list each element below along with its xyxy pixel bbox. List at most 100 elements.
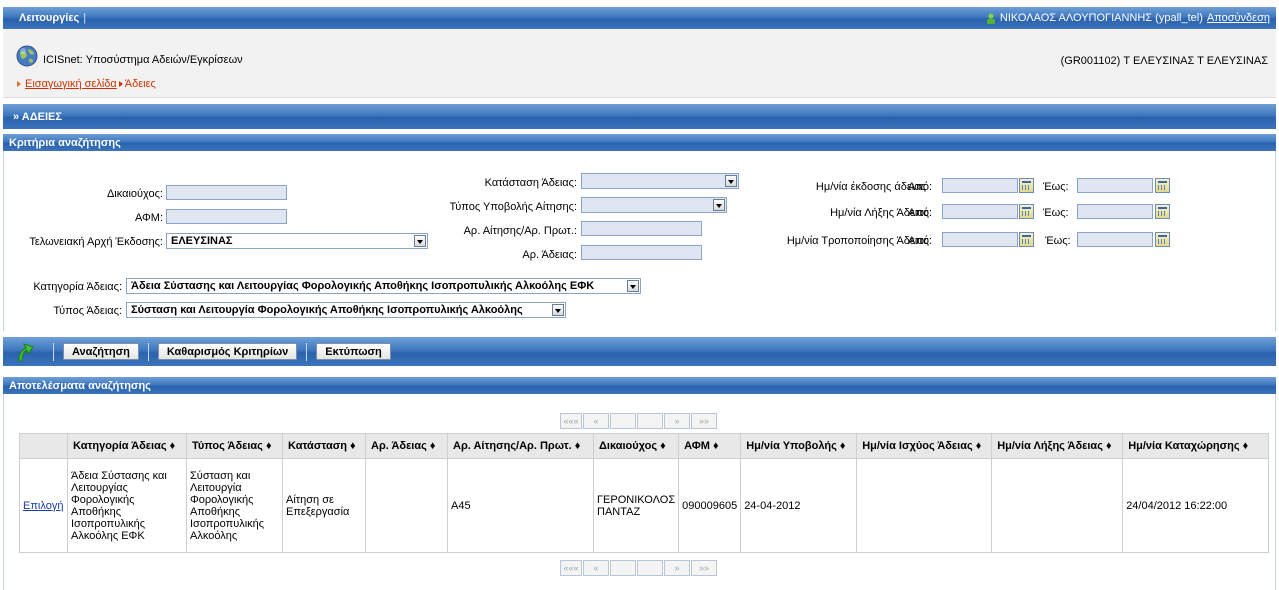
cell-submission-date: 24-04-2012 bbox=[740, 458, 858, 553]
search-button[interactable]: Αναζήτηση bbox=[63, 343, 139, 360]
column-header-permit-number[interactable]: Αρ. Άδειας ♦ bbox=[365, 433, 448, 459]
up-arrow-icon[interactable] bbox=[15, 341, 35, 363]
column-header-type[interactable]: Τύπος Άδειας ♦ bbox=[186, 433, 283, 459]
submission-type-select[interactable] bbox=[581, 197, 727, 213]
column-header-beneficiary[interactable]: Δικαιούχος ♦ bbox=[592, 433, 680, 459]
breadcrumb-home-link[interactable]: Εισαγωγική σελίδα bbox=[25, 78, 117, 90]
application-number-label: Αρ. Αίτησης/Αρ. Πρωτ.: bbox=[463, 225, 577, 237]
cell-afm: 090009605 bbox=[678, 458, 742, 553]
customs-authority-value: ΕΛΕΥΣΙΝΑΣ bbox=[171, 235, 233, 247]
calendar-icon[interactable] bbox=[1155, 232, 1170, 247]
action-toolbar: Αναζήτηση Καθαρισμός Κριτηρίων Εκτύπωση bbox=[3, 337, 1276, 366]
calendar-icon[interactable] bbox=[1155, 204, 1170, 219]
application-number-input[interactable] bbox=[581, 221, 702, 236]
expiry-date-from-input[interactable] bbox=[942, 204, 1018, 219]
select-link[interactable]: Επιλογή bbox=[23, 500, 63, 512]
calendar-icon[interactable] bbox=[1019, 204, 1034, 219]
results-title: Αποτελέσματα αναζήτησης bbox=[9, 379, 151, 392]
pager-last-button[interactable]: »» bbox=[691, 560, 717, 576]
column-header-application-number[interactable]: Αρ. Αίτησης/Αρ. Πρωτ. ♦ bbox=[447, 433, 594, 459]
cell-category: Άδεια Σύστασης και Λειτουργίας Φορολογικ… bbox=[67, 458, 187, 553]
functions-menu-label[interactable]: Λειτουργίες bbox=[19, 12, 79, 24]
issue-date-to-input[interactable] bbox=[1077, 178, 1153, 193]
app-header: ICISnet: Υποσύστημα Αδειών/Εγκρίσεων (GR… bbox=[3, 30, 1276, 98]
issue-date-from-label: Από: bbox=[908, 181, 933, 193]
permit-type-select[interactable]: Σύσταση και Λειτουργία Φορολογικής Αποθή… bbox=[126, 302, 566, 318]
cell-expiry-date bbox=[991, 458, 1124, 553]
app-name: ICISnet: Υποσύστημα Αδειών/Εγκρίσεων bbox=[43, 54, 243, 66]
pager-page-box bbox=[637, 560, 663, 576]
pager-last-button[interactable]: »» bbox=[691, 413, 717, 429]
criteria-title: Κριτήρια αναζήτησης bbox=[9, 136, 121, 149]
category-select[interactable]: Άδεια Σύστασης και Λειτουργίας Φορολογικ… bbox=[126, 278, 641, 294]
breadcrumb-separator-icon bbox=[118, 81, 123, 88]
amend-date-from-input[interactable] bbox=[942, 232, 1018, 247]
pager-first-button[interactable]: ««« bbox=[560, 560, 582, 576]
user-name: ΝΙΚΟΛΑΟΣ ΑΛΟΥΠΟΓΙΑΝΝΗΣ (ypall_tel) bbox=[999, 12, 1203, 24]
beneficiary-input[interactable] bbox=[166, 185, 287, 200]
status-select[interactable] bbox=[581, 173, 739, 189]
calendar-icon[interactable] bbox=[1019, 178, 1034, 193]
amend-date-to-label: Έως: bbox=[1045, 235, 1071, 247]
permit-number-label: Αρ. Άδειας: bbox=[522, 249, 577, 261]
pager-top: ««« « » »» bbox=[560, 413, 718, 429]
column-header-status[interactable]: Κατάσταση ♦ bbox=[282, 433, 366, 459]
criteria-header: Κριτήρια αναζήτησης bbox=[3, 134, 1276, 151]
amend-date-to-input[interactable] bbox=[1077, 232, 1153, 247]
cell-permit-number bbox=[365, 458, 448, 553]
criteria-panel: Δικαιούχος: ΑΦΜ: Τελωνειακή Αρχή Έκδοσης… bbox=[3, 151, 1276, 331]
chevron-down-icon[interactable] bbox=[414, 235, 426, 247]
pager-page-box bbox=[637, 413, 663, 429]
breadcrumb: Εισαγωγική σελίδα Άδειες bbox=[17, 78, 156, 90]
cell-select: Επιλογή bbox=[19, 458, 68, 553]
issue-date-from-input[interactable] bbox=[942, 178, 1018, 193]
chevron-down-icon[interactable] bbox=[627, 280, 639, 292]
pager-first-button[interactable]: ««« bbox=[560, 413, 582, 429]
results-header: Αποτελέσματα αναζήτησης bbox=[3, 377, 1276, 394]
logout-link[interactable]: Αποσύνδεση bbox=[1207, 12, 1270, 24]
customs-station: (GR001102) Τ ΕΛΕΥΣΙΝΑΣ Τ ΕΛΕΥΣΙΝΑΣ bbox=[1060, 55, 1268, 67]
category-label: Κατηγορία Άδειας: bbox=[33, 281, 122, 293]
expiry-date-from-label: Από: bbox=[908, 207, 933, 219]
column-header-expiry-date[interactable]: Ημ/νία Λήξης Άδειας ♦ bbox=[991, 433, 1124, 459]
chevron-down-icon[interactable] bbox=[552, 304, 564, 316]
column-header-category[interactable]: Κατηγορία Άδειας ♦ bbox=[67, 433, 187, 459]
chevron-down-icon[interactable] bbox=[725, 175, 737, 187]
cell-status: Αίτηση σε Επεξεργασία bbox=[282, 458, 366, 553]
calendar-icon[interactable] bbox=[1019, 232, 1034, 247]
expiry-date-to-input[interactable] bbox=[1077, 204, 1153, 219]
customs-authority-select[interactable]: ΕΛΕΥΣΙΝΑΣ bbox=[166, 233, 428, 249]
section-title: » ΑΔΕΙΕΣ bbox=[13, 110, 62, 123]
afm-input[interactable] bbox=[166, 209, 287, 224]
pager-page-box bbox=[610, 413, 636, 429]
functions-menu[interactable]: Λειτουργίες | bbox=[19, 12, 86, 24]
column-header-validity-date[interactable]: Ημ/νία Ισχύος Άδειας ♦ bbox=[856, 433, 993, 459]
pager-next-button[interactable]: » bbox=[664, 560, 690, 576]
column-header-submission-date[interactable]: Ημ/νία Υποβολής ♦ bbox=[740, 433, 858, 459]
breadcrumb-current: Άδειες bbox=[124, 78, 156, 90]
pager-prev-button[interactable]: « bbox=[583, 560, 609, 576]
issue-date-to-label: Έως: bbox=[1043, 181, 1069, 193]
category-value: Άδεια Σύστασης και Λειτουργίας Φορολογικ… bbox=[131, 280, 595, 292]
clear-criteria-button[interactable]: Καθαρισμός Κριτηρίων bbox=[157, 343, 298, 360]
column-header-registration-date[interactable]: Ημ/νία Καταχώρησης ♦ bbox=[1122, 433, 1270, 459]
pager-next-button[interactable]: » bbox=[664, 413, 690, 429]
status-label: Κατάσταση Άδειας: bbox=[484, 177, 577, 189]
cell-beneficiary: ΓΕΡΟΝΙΚΟΛΟΣ ΠΑΝΤΑΖ bbox=[592, 458, 680, 553]
permit-number-input[interactable] bbox=[581, 245, 702, 260]
calendar-icon[interactable] bbox=[1155, 178, 1170, 193]
section-title-bar: » ΑΔΕΙΕΣ bbox=[3, 104, 1276, 129]
globe-icon bbox=[16, 45, 38, 67]
cell-registration-date: 24/04/2012 16:22:00 bbox=[1122, 458, 1270, 553]
pager-prev-button[interactable]: « bbox=[583, 413, 609, 429]
permit-type-label: Τύπος Άδειας: bbox=[53, 305, 122, 317]
results-table: Κατηγορία Άδειας ♦ Τύπος Άδειας ♦ Κατάστ… bbox=[19, 433, 1270, 553]
print-button[interactable]: Εκτύπωση bbox=[316, 343, 391, 360]
column-header-afm[interactable]: ΑΦΜ ♦ bbox=[678, 433, 742, 459]
customs-authority-label: Τελωνειακή Αρχή Έκδοσης: bbox=[29, 236, 163, 248]
menu-separator: | bbox=[83, 12, 87, 24]
chevron-down-icon[interactable] bbox=[713, 199, 725, 211]
expiry-date-to-label: Έως: bbox=[1043, 207, 1069, 219]
beneficiary-label: Δικαιούχος: bbox=[106, 188, 163, 200]
toolbar-divider bbox=[147, 342, 149, 361]
